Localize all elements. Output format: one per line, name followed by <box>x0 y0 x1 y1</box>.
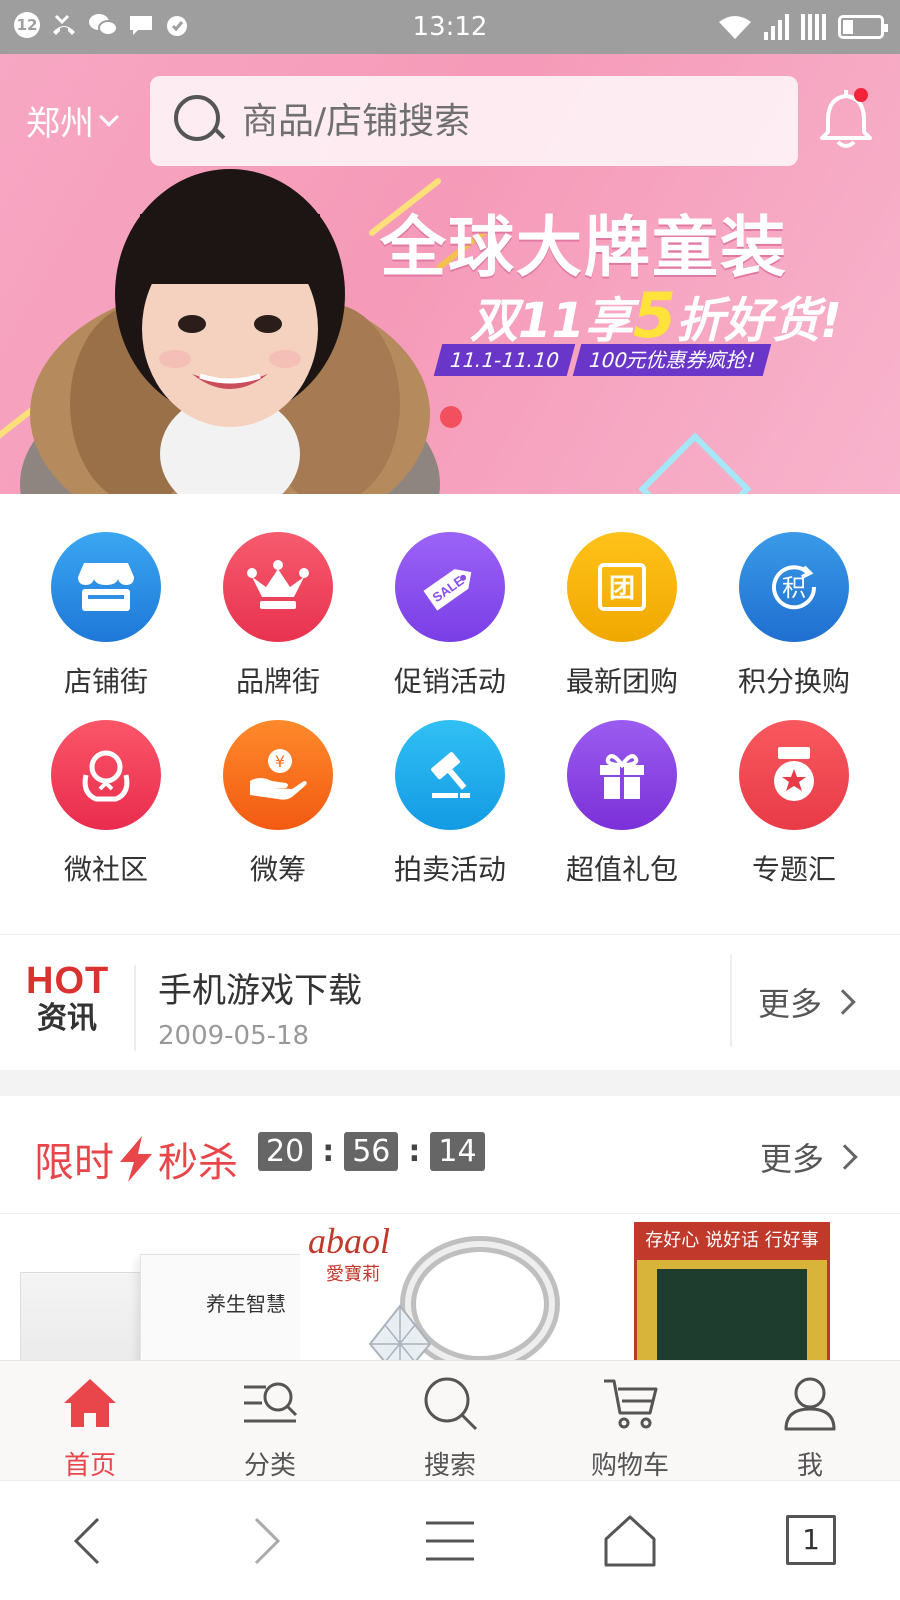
hot-news-badge: HOT 资讯 <box>26 960 110 1036</box>
crowdfund-icon: ¥ <box>250 749 307 800</box>
back-icon[interactable] <box>58 1511 118 1571</box>
carousel-indicator[interactable] <box>440 406 462 428</box>
category-label: 专题汇 <box>751 853 836 886</box>
status-bar: 12 13:12 <box>0 0 900 54</box>
group-buy-icon: 团 <box>598 563 646 611</box>
tab-search[interactable]: 搜索 <box>360 1373 540 1482</box>
category-label: 微社区 <box>63 853 148 886</box>
category-auction[interactable]: 拍卖活动 <box>364 720 536 888</box>
cart-icon <box>604 1379 658 1429</box>
search-icon <box>174 95 226 147</box>
category-micro-community[interactable]: 微社区 <box>20 720 192 888</box>
gift-icon <box>600 754 644 799</box>
search-icon <box>424 1377 478 1431</box>
tab-me[interactable]: 我 <box>720 1373 900 1482</box>
svg-text:¥: ¥ <box>275 752 285 771</box>
signal-icon <box>764 14 789 40</box>
svg-text:积: 积 <box>782 574 806 602</box>
category-label: 积分换购 <box>737 665 850 698</box>
product-brand-text: 养生智慧 <box>206 1292 286 1316</box>
category-promotions[interactable]: SALE 促销活动 <box>364 532 536 700</box>
banner-promo-tag: 11.1-11.10 100元优惠券疯抢! <box>433 344 773 376</box>
news-more-button[interactable]: 更多 <box>758 979 856 1025</box>
chevron-down-icon <box>99 106 119 127</box>
home-icon <box>64 1379 116 1427</box>
ring-image <box>368 1236 560 1360</box>
wifi-icon <box>719 16 751 39</box>
countdown-minutes: 56 <box>344 1132 399 1171</box>
category-label: 店铺街 <box>63 665 148 698</box>
tabs-count-button[interactable]: 1 <box>786 1515 836 1565</box>
banner-decoration <box>638 432 752 494</box>
tab-cart[interactable]: 购物车 <box>540 1373 720 1482</box>
flash-sale-header: 限时 秒杀 20 : 56 : 14 更多 <box>0 1096 900 1214</box>
chevron-right-icon <box>830 989 856 1015</box>
news-date: 2009-05-18 <box>158 1021 310 1051</box>
bottom-tab-bar: 首页 分类 搜索 购物车 我 <box>0 1360 900 1482</box>
product-card[interactable]: abaol 愛寶莉 <box>300 1214 580 1360</box>
product-card[interactable]: 存好心 说好话 行好事 做好人 <box>620 1214 840 1360</box>
countdown-timer: 20 : 56 : 14 <box>258 1132 485 1171</box>
divider <box>730 955 732 1047</box>
flash-sale-products: 养生智慧 abaol 愛寶莉 存好心 说好话 行好事 做好人 <box>0 1214 900 1360</box>
category-store-street[interactable]: 店铺街 <box>20 532 192 700</box>
category-label: 微筹 <box>249 853 306 886</box>
browser-navigation-bar: 1 <box>0 1480 900 1600</box>
tab-home[interactable]: 首页 <box>0 1373 180 1482</box>
tab-category[interactable]: 分类 <box>180 1373 360 1482</box>
category-topics[interactable]: 专题汇 <box>708 720 880 888</box>
banner-subtitle: 双11享5折好货! <box>470 279 842 352</box>
forward-icon[interactable] <box>236 1511 296 1571</box>
banner-date-range: 11.1-11.10 <box>433 344 576 376</box>
category-label: 最新团购 <box>565 665 678 698</box>
product-image <box>654 1266 810 1360</box>
banner-child-image <box>20 169 440 494</box>
search-bar[interactable] <box>150 76 798 166</box>
status-right-icons <box>718 14 888 40</box>
product-package-text: 存好心 说好话 行好事 做好人 <box>634 1222 830 1289</box>
hot-news-bar: HOT 资讯 手机游戏下载 2009-05-18 更多 <box>0 934 900 1070</box>
notification-bell-button[interactable] <box>818 88 874 152</box>
search-input[interactable] <box>242 100 782 142</box>
sale-tag-icon: SALE <box>423 569 472 611</box>
lightning-icon <box>120 1136 152 1182</box>
category-label: 促销活动 <box>393 665 506 698</box>
category-crowdfund[interactable]: ¥ 微筹 <box>192 720 364 888</box>
flash-sale-more-button[interactable]: 更多 <box>760 1134 858 1180</box>
countdown-seconds: 14 <box>430 1132 485 1171</box>
category-label: 品牌街 <box>235 665 320 698</box>
storefront-icon <box>78 563 134 611</box>
category-label: 超值礼包 <box>565 853 678 886</box>
section-gap <box>0 1070 900 1096</box>
notification-dot <box>854 88 868 102</box>
flash-sale-title: 限时 秒杀 <box>34 1130 238 1188</box>
category-brand-street[interactable]: 品牌街 <box>192 532 364 700</box>
signal-icon <box>801 14 826 40</box>
user-icon <box>784 1377 836 1431</box>
category-grid: 店铺街 品牌街 SALE 促销活动 团 最新团购 积 积分换购 微社区 ¥ 微筹… <box>0 494 900 934</box>
banner-title: 全球大牌童装 <box>380 209 788 286</box>
category-label: 拍卖活动 <box>393 853 506 886</box>
category-group-buy[interactable]: 团 最新团购 <box>536 532 708 700</box>
menu-icon[interactable] <box>420 1511 480 1571</box>
crown-icon <box>247 560 309 609</box>
category-points-exchange[interactable]: 积 积分换购 <box>708 532 880 700</box>
home-nav-icon[interactable] <box>600 1511 660 1571</box>
divider <box>134 965 136 1051</box>
product-card[interactable]: 养生智慧 <box>10 1214 300 1360</box>
city-label: 郑州 <box>26 104 94 144</box>
banner-coupon-text: 100元优惠券疯抢! <box>572 344 772 376</box>
svg-text:团: 团 <box>609 574 635 604</box>
auction-gavel-icon <box>431 752 470 798</box>
countdown-hours: 20 <box>258 1132 313 1171</box>
medal-icon <box>774 747 814 801</box>
battery-icon <box>838 15 888 39</box>
city-selector[interactable]: 郑州 <box>26 96 119 145</box>
points-icon: 积 <box>772 565 817 610</box>
community-icon <box>82 750 130 802</box>
news-headline[interactable]: 手机游戏下载 <box>158 963 362 1012</box>
category-search-icon <box>244 1382 298 1423</box>
chevron-right-icon <box>832 1144 858 1170</box>
category-value-pack[interactable]: 超值礼包 <box>536 720 708 888</box>
